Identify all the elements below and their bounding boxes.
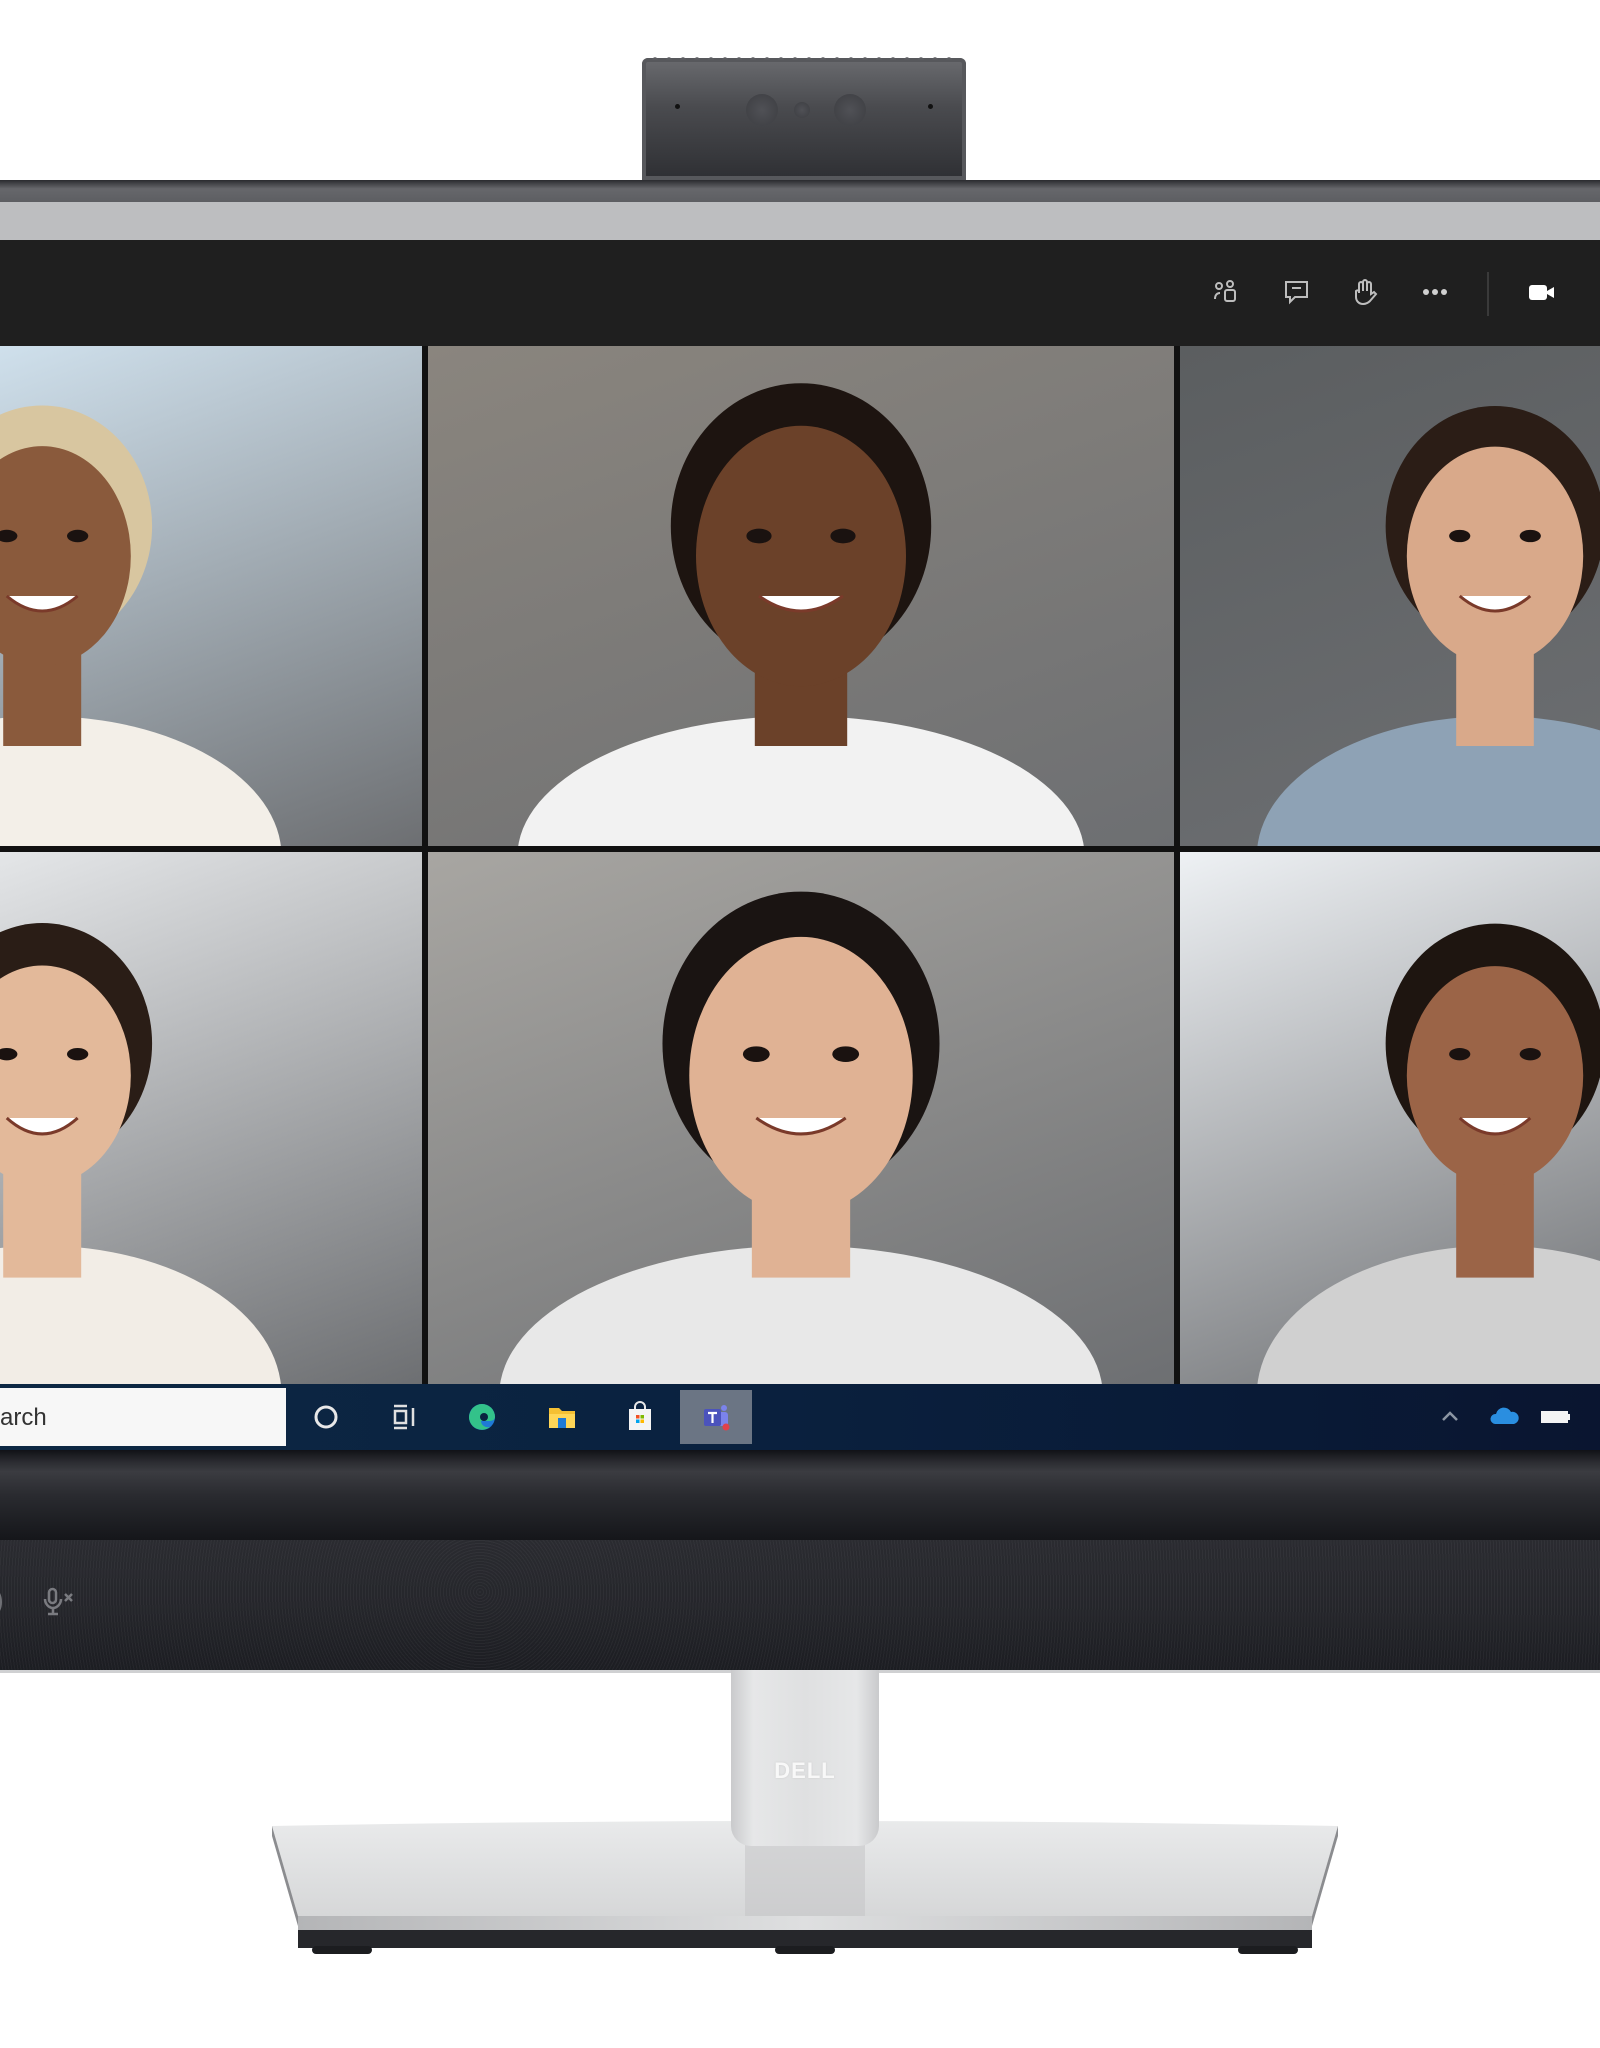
show-hidden-icons-chevron[interactable] bbox=[1420, 1390, 1480, 1444]
video-grid bbox=[0, 346, 1600, 1384]
webcam-screw bbox=[928, 104, 933, 109]
monitor-bottom-bezel bbox=[0, 1450, 1600, 1540]
speaker-bar bbox=[0, 1540, 1600, 1673]
monitor-top-edge bbox=[0, 180, 1600, 202]
participant-video-tile[interactable] bbox=[428, 852, 1174, 1384]
participant-video bbox=[500, 891, 1102, 1384]
participant-video bbox=[1257, 923, 1600, 1384]
camera-icon[interactable] bbox=[1522, 272, 1562, 312]
popup-webcam bbox=[642, 54, 966, 180]
mic-mute-icon[interactable] bbox=[40, 1584, 76, 1625]
webcam-lens bbox=[794, 102, 810, 118]
participant-video-tile[interactable] bbox=[428, 346, 1174, 846]
teams-meeting-toolbar bbox=[0, 240, 1600, 346]
participant-video bbox=[1257, 406, 1600, 846]
speaker-icon[interactable] bbox=[0, 1584, 8, 1625]
windows-taskbar: arch bbox=[0, 1384, 1600, 1450]
monitor-stand-neck: DELL bbox=[731, 1670, 879, 1846]
more-options-icon[interactable] bbox=[1415, 272, 1455, 312]
taskbar-search-box[interactable]: arch bbox=[0, 1388, 286, 1446]
teams-icon[interactable] bbox=[680, 1390, 752, 1444]
edge-icon[interactable] bbox=[454, 1390, 510, 1444]
webcam-ir-sensor bbox=[834, 94, 866, 126]
webcam-ir-sensor bbox=[746, 94, 778, 126]
participant-video bbox=[518, 383, 1084, 846]
chat-icon[interactable] bbox=[1277, 272, 1317, 312]
task-view-icon[interactable] bbox=[376, 1390, 432, 1444]
raise-hand-icon[interactable] bbox=[1345, 272, 1385, 312]
dell-logo: DELL bbox=[774, 1758, 836, 1783]
webcam-grip-ridges bbox=[648, 54, 960, 60]
toolbar-divider bbox=[1487, 272, 1489, 316]
file-explorer-icon[interactable] bbox=[534, 1390, 590, 1444]
webcam-screw bbox=[675, 104, 680, 109]
participant-video-tile[interactable] bbox=[1180, 852, 1600, 1384]
participants-icon[interactable] bbox=[1206, 272, 1246, 312]
participant-video-tile[interactable] bbox=[0, 346, 422, 846]
monitor-top-bezel bbox=[0, 202, 1600, 242]
participant-video-tile[interactable] bbox=[1180, 346, 1600, 846]
store-icon[interactable] bbox=[612, 1390, 668, 1444]
search-text: arch bbox=[0, 1404, 47, 1431]
participant-video bbox=[0, 923, 281, 1384]
cortana-icon[interactable] bbox=[298, 1390, 354, 1444]
participant-video-tile[interactable] bbox=[0, 852, 422, 1384]
participant-video bbox=[0, 405, 281, 846]
battery-icon[interactable] bbox=[1525, 1390, 1585, 1444]
